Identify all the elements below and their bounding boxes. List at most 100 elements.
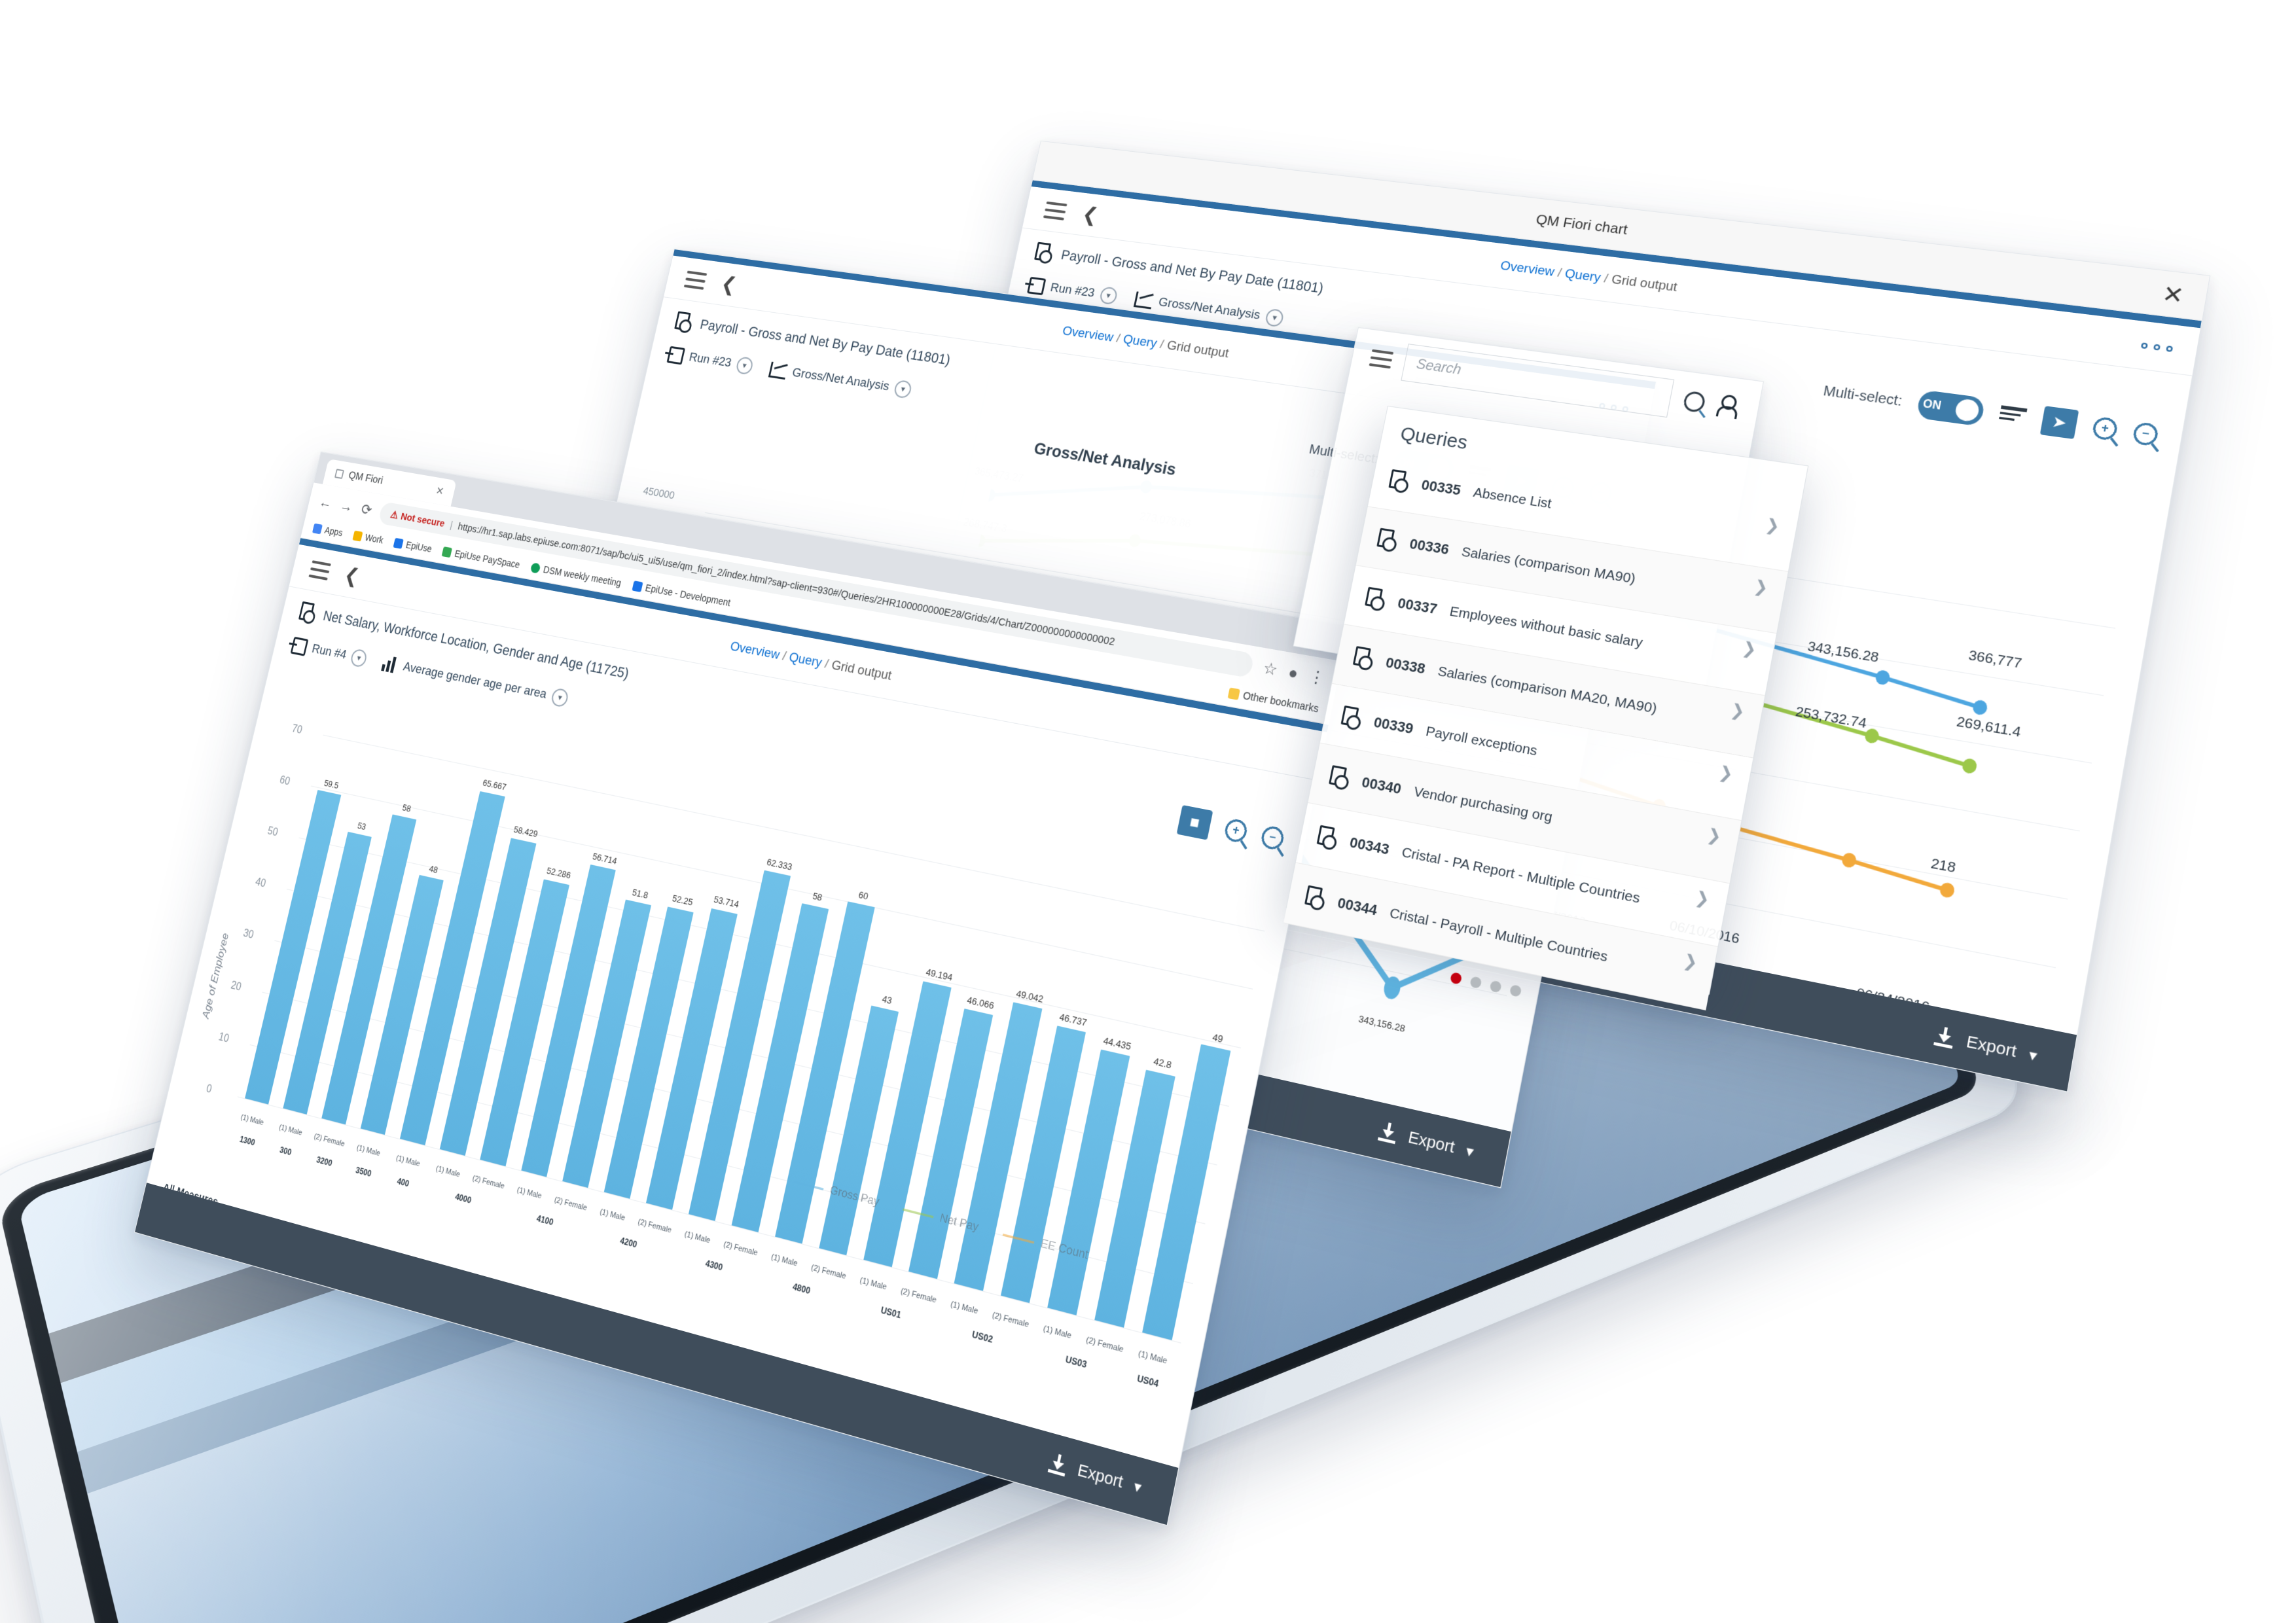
bookmark-label: EpiUse [404,539,433,554]
gridline [262,992,1206,1225]
chevron-down-icon[interactable]: ▾ [1265,308,1285,328]
chevron-right-icon[interactable]: ❯ [1705,825,1723,847]
close-icon[interactable]: ✕ [2161,280,2186,308]
breadcrumb-query[interactable]: Query [1122,332,1158,351]
breadcrumb-grid-output: Grid output [1610,272,1679,294]
hamburger-menu-icon[interactable] [1043,201,1067,221]
multiselect-toggle[interactable]: ON [1916,389,1986,427]
group-label: 4800 [791,1281,812,1296]
category-label: (2) Female [723,1240,759,1258]
category-label: (1) Male [278,1123,303,1137]
run-selector[interactable]: Run #23 ▾ [666,346,755,376]
hamburger-menu-icon[interactable] [308,560,332,580]
bar[interactable] [480,879,569,1167]
user-profile-icon[interactable] [1716,394,1741,419]
chevron-right-icon[interactable]: ❯ [1681,950,1699,973]
overflow-dots-icon[interactable] [2140,342,2174,352]
y-tick: 70 [291,723,304,737]
chevron-right-icon[interactable]: ❯ [1729,700,1746,722]
breadcrumb: Overview / Query / Grid output [1499,259,1679,295]
browser-menu-icon[interactable]: ⋮ [1307,667,1326,688]
bar[interactable] [440,838,537,1156]
pagination-dot[interactable] [1509,984,1522,997]
bar[interactable] [1047,1049,1130,1315]
chevron-down-icon[interactable]: ▾ [893,379,913,399]
breadcrumb-overview[interactable]: Overview [729,639,781,662]
export-label[interactable]: Export [1076,1460,1124,1493]
bar[interactable] [562,899,651,1188]
back-icon[interactable]: ← [317,493,333,512]
chevron-left-icon[interactable]: ❮ [719,272,739,296]
bar[interactable] [908,1008,993,1279]
zoom-out-icon[interactable]: − [2132,421,2160,447]
breadcrumb-query[interactable]: Query [1564,266,1602,285]
bookmark-work[interactable]: Work [352,530,384,546]
document-search-icon [1328,765,1352,791]
zoom-out-icon[interactable]: − [1259,825,1285,851]
chevron-right-icon[interactable]: ❯ [1693,887,1712,910]
run-icon [666,346,686,365]
bookmark-epiuse[interactable]: EpiUse [393,537,433,554]
chevron-down-icon[interactable]: ▾ [350,648,368,668]
bar[interactable] [321,814,417,1125]
query-id: 00338 [1384,653,1427,677]
pagination-dot[interactable] [1450,972,1463,985]
chevron-down-icon[interactable]: ▾ [1464,1141,1475,1161]
reload-icon[interactable]: ⟳ [359,501,373,519]
breadcrumb-overview[interactable]: Overview [1061,323,1115,344]
query-label: Payroll exceptions [1424,723,1539,759]
chevron-down-icon[interactable]: ▾ [1132,1476,1143,1497]
chevron-right-icon[interactable]: ❯ [1717,762,1735,785]
breadcrumb-overview[interactable]: Overview [1499,259,1556,279]
export-label[interactable]: Export [1965,1032,2018,1062]
hamburger-menu-icon[interactable] [1369,349,1394,369]
chevron-right-icon[interactable]: ❯ [1752,577,1770,598]
chart-settings-icon[interactable] [1998,405,2028,427]
bar[interactable] [1094,1069,1175,1328]
chart-type-icon[interactable]: ➤ [2039,406,2079,440]
chevron-right-icon[interactable]: ❯ [1764,515,1782,537]
chevron-right-icon[interactable]: ❯ [1740,638,1758,660]
bar[interactable] [731,903,829,1233]
chart-type-icon[interactable]: ■ [1176,805,1213,840]
bar[interactable] [245,790,342,1105]
ee-label-7: 218 [1929,856,1957,876]
bar[interactable] [1000,1026,1086,1304]
breadcrumb-query[interactable]: Query [788,650,823,670]
bar[interactable] [400,791,505,1145]
chevron-down-icon[interactable]: ▾ [550,687,570,708]
search-icon[interactable] [1682,390,1707,414]
forward-icon[interactable]: → [338,497,354,516]
export-label[interactable]: Export [1407,1128,1456,1158]
bar-value-label: 46.737 [1058,1010,1088,1028]
line-chart-icon [1133,291,1155,310]
pagination-dot[interactable] [1489,980,1502,993]
bar[interactable] [603,906,694,1199]
chevron-down-icon[interactable]: ▾ [1098,286,1119,306]
bar[interactable] [645,908,738,1210]
tab-close-icon[interactable]: ✕ [435,484,445,499]
chevron-down-icon[interactable]: ▾ [2028,1045,2039,1065]
bar[interactable] [520,864,616,1177]
view-label: Gross/Net Analysis [791,365,891,394]
bookmark-star-icon[interactable]: ☆ [1261,658,1280,679]
bar[interactable] [819,1005,899,1256]
pagination-dot[interactable] [1469,976,1482,990]
zoom-in-icon[interactable]: + [2091,416,2119,441]
bar-value-label: 46.066 [966,994,996,1012]
hamburger-menu-icon[interactable] [683,270,708,290]
bar[interactable] [688,870,791,1221]
chevron-left-icon[interactable]: ❮ [342,563,361,588]
bar[interactable] [360,875,444,1135]
query-id: 00343 [1348,833,1391,858]
chevron-left-icon[interactable]: ❮ [1080,203,1100,227]
net-label-7: 269,611.4 [1955,714,2022,741]
bookmark-apps[interactable]: Apps [312,523,344,538]
bookmark-label: Work [364,531,385,546]
run-selector[interactable]: Run #4 ▾ [290,636,368,668]
chevron-down-icon[interactable]: ▾ [735,356,755,376]
bar[interactable] [283,832,372,1115]
extensions-icon[interactable]: ● [1287,663,1300,683]
zoom-in-icon[interactable]: + [1223,817,1249,844]
bar-value-label: 58.429 [512,824,539,840]
